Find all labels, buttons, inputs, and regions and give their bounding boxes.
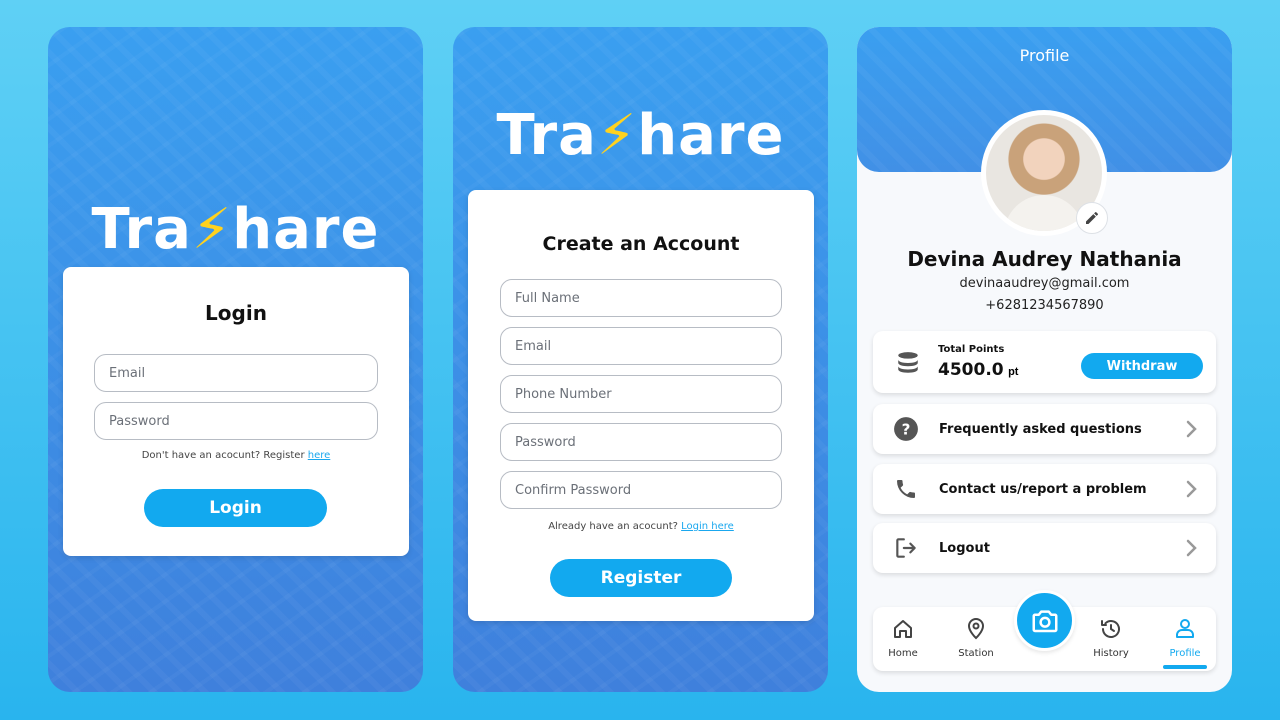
chevron-right-icon [1186, 480, 1197, 498]
question-circle-icon: ? [894, 417, 918, 441]
faq-menu-item[interactable]: ? Frequently asked questions [873, 404, 1216, 454]
email-field[interactable] [94, 354, 378, 392]
nav-history[interactable]: History [1081, 617, 1141, 659]
total-points-label: Total Points [938, 344, 1005, 355]
email-field[interactable] [500, 327, 782, 365]
logo-text-start: Tra [496, 103, 597, 168]
logout-icon [896, 538, 916, 558]
logo-text-end: hare [637, 103, 785, 168]
trashare-logo: Tra⚡hare [453, 103, 828, 168]
login-link[interactable]: Login here [681, 521, 734, 532]
phone-icon [897, 480, 915, 498]
profile-screen: Profile Devina Audrey Nathania devinaaud… [857, 27, 1232, 692]
full-name-field[interactable] [500, 279, 782, 317]
profile-title: Profile [1019, 46, 1070, 65]
faq-label: Frequently asked questions [939, 421, 1142, 437]
login-button[interactable]: Login [144, 489, 327, 527]
register-link[interactable]: here [308, 450, 331, 461]
points-card: Total Points 4500.0 pt Withdraw [873, 331, 1216, 393]
nav-active-indicator [1163, 665, 1207, 669]
camera-button[interactable] [1014, 590, 1075, 651]
login-hint: Already have an acocunt? Login here [468, 521, 814, 532]
logo-text-end: hare [232, 197, 380, 262]
chevron-right-icon [1186, 539, 1197, 557]
nav-profile[interactable]: Profile [1155, 617, 1215, 659]
coins-stack-icon [898, 352, 918, 373]
contact-menu-item[interactable]: Contact us/report a problem [873, 464, 1216, 514]
user-email: devinaaudrey@gmail.com [959, 276, 1130, 291]
password-field[interactable] [94, 402, 378, 440]
nav-home[interactable]: Home [873, 617, 933, 659]
pencil-icon [1086, 211, 1099, 224]
withdraw-button[interactable]: Withdraw [1081, 353, 1203, 379]
phone-number-field[interactable] [500, 375, 782, 413]
login-hint-text: Already have an acocunt? [548, 521, 682, 532]
login-card: Login Don't have an acocunt? Register he… [63, 267, 409, 556]
register-button[interactable]: Register [550, 559, 732, 597]
register-card: Create an Account Already have an acocun… [468, 190, 814, 621]
trashare-logo: Tra⚡hare [48, 197, 423, 262]
logout-label: Logout [939, 540, 990, 556]
register-screen: Tra⚡hare Create an Account Already have … [453, 27, 828, 692]
login-title: Login [205, 301, 267, 325]
user-icon [1176, 619, 1194, 638]
confirm-password-field[interactable] [500, 471, 782, 509]
user-name: Devina Audrey Nathania [907, 247, 1182, 271]
nav-station[interactable]: Station [946, 617, 1006, 659]
history-icon [1101, 620, 1120, 638]
user-phone: +6281234567890 [985, 298, 1104, 313]
nav-home-label: Home [888, 648, 918, 659]
chevron-right-icon [1186, 420, 1197, 438]
register-hint-text: Don't have an acocunt? Register [141, 450, 308, 461]
register-hint: Don't have an acocunt? Register here [63, 450, 409, 461]
points-unit: pt [1008, 366, 1019, 378]
edit-profile-button[interactable] [1076, 202, 1108, 234]
nav-history-label: History [1093, 648, 1129, 659]
svg-text:?: ? [902, 420, 911, 438]
total-points-value: 4500.0 pt [938, 360, 1018, 380]
logo-bolt: ⚡ [596, 103, 638, 168]
points-value: 4500.0 [938, 360, 1004, 380]
nav-profile-label: Profile [1169, 648, 1201, 659]
logo-bolt: ⚡ [191, 197, 233, 262]
register-title: Create an Account [542, 233, 740, 255]
nav-station-label: Station [958, 648, 994, 659]
contact-label: Contact us/report a problem [939, 481, 1147, 497]
password-field[interactable] [500, 423, 782, 461]
logo-text-start: Tra [91, 197, 192, 262]
logout-menu-item[interactable]: Logout [873, 523, 1216, 573]
login-screen: Tra⚡hare Login Don't have an acocunt? Re… [48, 27, 423, 692]
home-icon [894, 620, 912, 638]
location-pin-icon [967, 618, 985, 640]
camera-icon [1032, 609, 1057, 632]
